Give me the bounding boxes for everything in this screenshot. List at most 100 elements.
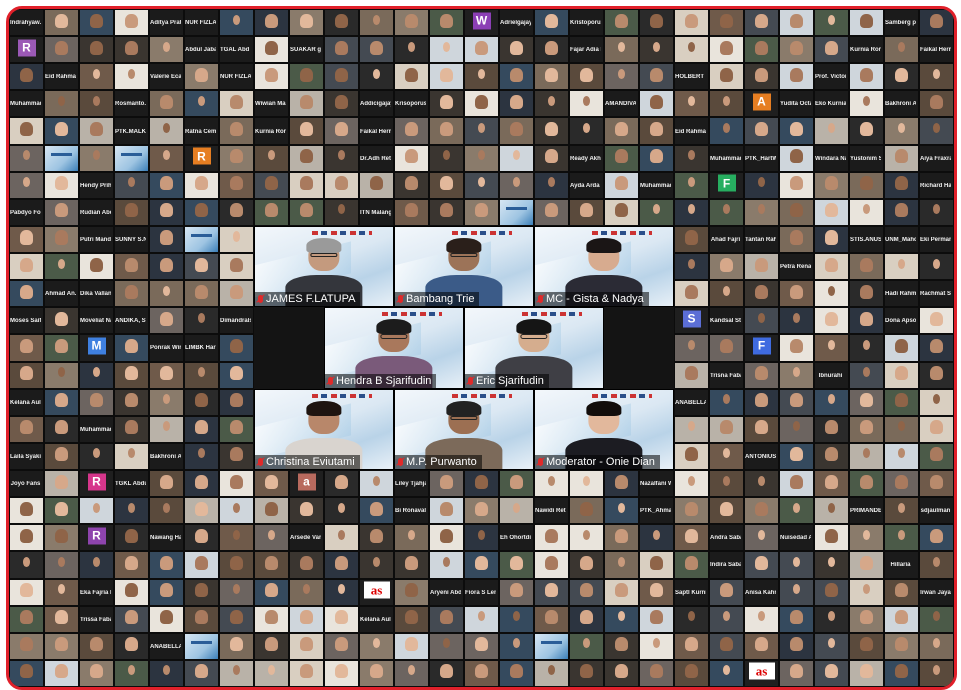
participant-tile-video[interactable] (79, 659, 114, 687)
participant-tile-video[interactable] (324, 171, 359, 199)
participant-tile-video[interactable] (884, 415, 919, 443)
participant-tile-video[interactable] (779, 280, 814, 308)
participant-tile-video[interactable] (114, 551, 149, 579)
participant-tile-name-only[interactable]: Ayda Arda Sabila (569, 171, 604, 199)
participant-tile-video[interactable] (534, 36, 569, 64)
participant-tile-video[interactable] (779, 334, 814, 362)
participant-tile-video[interactable] (359, 63, 394, 91)
participant-tile-name-only[interactable]: Kurnia Ronde (849, 36, 884, 64)
participant-tile-video[interactable] (709, 117, 744, 145)
participant-tile-video[interactable] (114, 497, 149, 525)
participant-tile-video[interactable] (709, 415, 744, 443)
participant-tile-video[interactable] (149, 171, 184, 199)
participant-tile-video[interactable] (184, 659, 219, 687)
participant-tile-name-only[interactable]: Yudita Octavina (779, 90, 814, 118)
participant-tile-video[interactable] (219, 442, 254, 471)
participant-tile-video[interactable] (219, 90, 254, 118)
participant-tile-video[interactable] (499, 144, 534, 172)
participant-tile-screen[interactable] (114, 144, 149, 172)
participant-tile-video[interactable] (114, 632, 149, 660)
participant-tile-video[interactable] (44, 578, 79, 606)
participant-tile-video[interactable] (149, 470, 184, 498)
participant-tile-video[interactable] (79, 632, 114, 660)
participant-tile-name-only[interactable]: Nuisedad Aulu (779, 524, 814, 552)
participant-tile-avatar[interactable]: R (184, 144, 219, 172)
participant-tile-video[interactable] (184, 307, 219, 335)
participant-tile-video[interactable] (814, 497, 849, 525)
participant-tile-video[interactable] (219, 497, 254, 525)
participant-tile-video[interactable] (709, 334, 744, 362)
participant-tile-video[interactable] (184, 442, 219, 471)
participant-tile-video[interactable] (324, 470, 359, 498)
participant-tile-video[interactable] (9, 551, 44, 579)
participant-tile-video[interactable] (394, 578, 429, 606)
participant-tile-video[interactable] (254, 578, 289, 606)
participant-tile-video[interactable] (44, 225, 79, 254)
participant-tile-video[interactable] (79, 551, 114, 579)
participant-tile-video[interactable] (884, 659, 919, 687)
participant-tile-name-only[interactable]: Bakhroni A. Nauf (149, 442, 184, 471)
participant-tile-video[interactable] (464, 470, 499, 498)
participant-tile-name-only[interactable]: Kelana Aulia K... (9, 388, 44, 416)
participant-tile-video[interactable] (709, 632, 744, 660)
participant-tile-video[interactable] (534, 90, 569, 118)
participant-tile-video[interactable] (639, 90, 674, 118)
participant-tile-name-only[interactable]: Arsede Varisanu... (289, 524, 324, 552)
participant-tile-video[interactable] (149, 144, 184, 172)
participant-tile-video[interactable] (674, 280, 709, 308)
participant-tile-video[interactable] (534, 144, 569, 172)
participant-tile-video[interactable] (814, 307, 849, 335)
participant-tile-video[interactable] (814, 659, 849, 687)
participant-tile-video[interactable] (79, 9, 114, 37)
speaker-video-tile[interactable]: MC - Gista & Nadya (534, 225, 674, 308)
participant-tile-video[interactable] (604, 578, 639, 606)
participant-tile-name-only[interactable]: SUAKAR gd (289, 36, 324, 64)
participant-tile-video[interactable] (254, 63, 289, 91)
participant-tile-video[interactable] (219, 117, 254, 145)
speaker-video-tile[interactable]: Moderator - Onie Dian (534, 388, 674, 471)
participant-tile-video[interactable] (429, 117, 464, 145)
participant-tile-video[interactable] (919, 334, 954, 362)
participant-tile-video[interactable] (149, 497, 184, 525)
participant-tile-video[interactable] (709, 63, 744, 91)
participant-tile-video[interactable] (149, 307, 184, 335)
participant-tile-avatar[interactable]: R (9, 36, 44, 64)
participant-tile-name-only[interactable]: Laila Syakir (9, 442, 44, 471)
participant-tile-video[interactable] (324, 551, 359, 579)
participant-tile-name-only[interactable]: Ratna Cemita (184, 117, 219, 145)
participant-tile-video[interactable] (884, 36, 919, 64)
participant-tile-video[interactable] (604, 659, 639, 687)
participant-tile-video[interactable] (849, 361, 884, 389)
participant-tile-video[interactable] (394, 632, 429, 660)
participant-tile-video[interactable] (744, 470, 779, 498)
participant-tile-video[interactable] (219, 144, 254, 172)
participant-tile-video[interactable] (44, 361, 79, 389)
participant-tile-video[interactable] (884, 361, 919, 389)
participant-tile-name-only[interactable]: HOLBERT BRAMP... (674, 63, 709, 91)
participant-tile-name-only[interactable]: PTK.MALKURAH (114, 117, 149, 145)
participant-tile-video[interactable] (464, 63, 499, 91)
participant-tile-video[interactable] (44, 632, 79, 660)
participant-tile-name-only[interactable]: Aiya Fraxra (919, 144, 954, 172)
participant-tile-logo[interactable]: as (744, 659, 779, 687)
participant-tile-video[interactable] (289, 144, 324, 172)
participant-tile-name-only[interactable]: Petra Renaita (779, 253, 814, 281)
participant-tile-video[interactable] (219, 415, 254, 443)
participant-tile-name-only[interactable]: SUNNY S.NIG... (114, 225, 149, 254)
participant-tile-video[interactable] (534, 551, 569, 579)
participant-tile-name-only[interactable]: Rachmat Sugiarto (919, 280, 954, 308)
participant-tile-video[interactable] (79, 253, 114, 281)
participant-tile-avatar[interactable]: M (79, 334, 114, 362)
participant-tile-video[interactable] (464, 144, 499, 172)
participant-tile-video[interactable] (219, 524, 254, 552)
participant-tile-video[interactable] (779, 9, 814, 37)
participant-tile-video[interactable] (254, 9, 289, 37)
participant-tile-video[interactable] (919, 470, 954, 498)
participant-tile-video[interactable] (884, 470, 919, 498)
participant-tile-name-only[interactable]: Irwan Jaya (919, 578, 954, 606)
participant-tile-logo[interactable]: as (359, 578, 394, 606)
participant-tile-video[interactable] (639, 578, 674, 606)
participant-tile-avatar[interactable]: W (464, 9, 499, 37)
participant-tile-video[interactable] (569, 524, 604, 552)
participant-tile-video[interactable] (534, 9, 569, 37)
